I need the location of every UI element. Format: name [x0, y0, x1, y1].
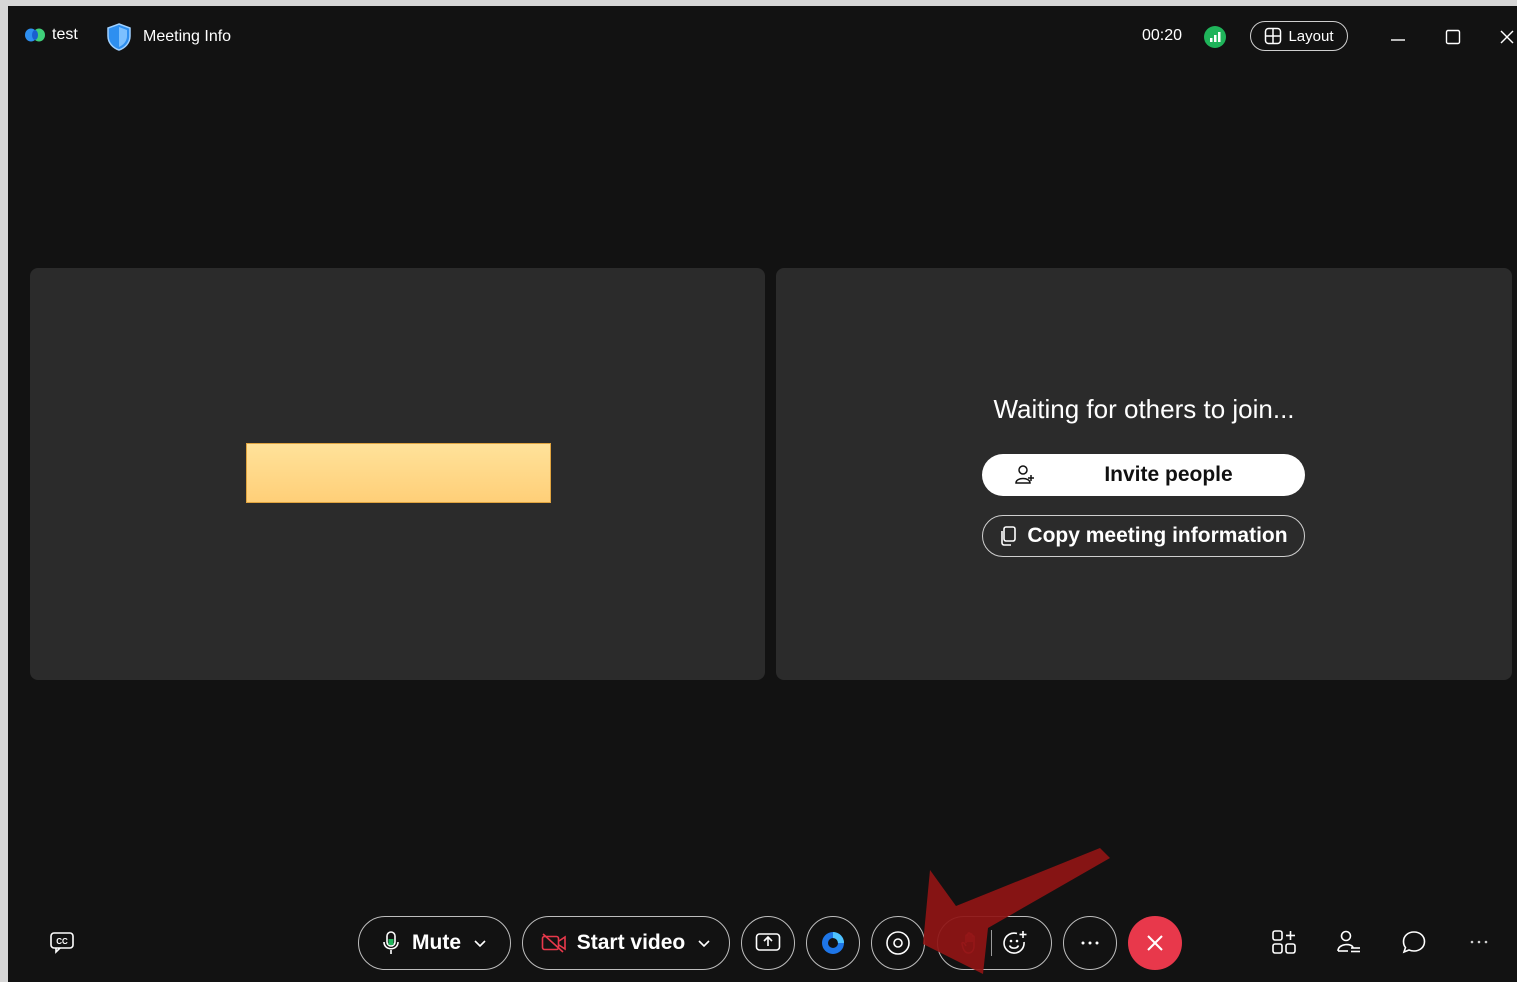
participants-icon: [1336, 929, 1362, 955]
closed-caption-button[interactable]: CC: [45, 925, 79, 959]
svg-text:CC: CC: [56, 937, 68, 946]
title-bar: test Meeting Info 00:20 Layout: [8, 6, 1517, 66]
more-icon: [1080, 940, 1100, 946]
maximize-icon: [1445, 29, 1461, 45]
reactions-button[interactable]: [937, 916, 1052, 970]
more-controls-button[interactable]: [1063, 916, 1117, 970]
close-icon: [1499, 29, 1515, 45]
start-video-button[interactable]: Start video: [522, 916, 730, 970]
invite-people-label: Invite people: [1104, 463, 1233, 486]
record-icon: [885, 930, 911, 956]
reactions-divider: [991, 930, 992, 956]
share-screen-icon: [755, 932, 781, 954]
redacted-name-block: [246, 443, 551, 503]
reaction-icon[interactable]: [1002, 930, 1028, 956]
apps-icon: [1271, 929, 1297, 955]
apps-circle-button[interactable]: [806, 916, 860, 970]
shield-icon: [107, 23, 131, 51]
minimize-icon: [1390, 29, 1406, 45]
app-name: test: [52, 26, 78, 43]
share-button[interactable]: [741, 916, 795, 970]
layout-label: Layout: [1288, 27, 1334, 45]
copy-meeting-info-button[interactable]: Copy meeting information: [982, 515, 1305, 557]
close-window-button[interactable]: [1493, 23, 1517, 51]
layout-grid-icon: [1264, 27, 1282, 45]
chat-button[interactable]: [1397, 925, 1431, 959]
chevron-down-icon[interactable]: [473, 938, 487, 948]
chat-icon: [1401, 929, 1427, 955]
mute-button[interactable]: Mute: [358, 916, 511, 970]
signal-icon[interactable]: [1204, 26, 1226, 48]
copy-icon: [999, 526, 1017, 546]
more-options-button[interactable]: [1462, 925, 1496, 959]
meeting-window: test Meeting Info 00:20 Layout Waiting f…: [8, 6, 1517, 982]
camera-off-icon: [541, 933, 567, 953]
layout-button[interactable]: Layout: [1250, 21, 1348, 51]
app-icon: [820, 930, 846, 956]
app-name-group[interactable]: test: [24, 26, 78, 44]
waiting-message: Waiting for others to join...: [993, 394, 1295, 424]
microphone-icon: [382, 931, 400, 955]
closed-caption-icon: CC: [49, 930, 75, 954]
mute-label: Mute: [412, 931, 461, 954]
minimize-button[interactable]: [1384, 23, 1412, 51]
end-call-icon: [1145, 933, 1165, 953]
invite-people-button[interactable]: Invite people: [982, 454, 1305, 496]
webex-logo-icon: [24, 27, 46, 43]
meeting-timer: 00:20: [1142, 27, 1183, 44]
record-button[interactable]: [871, 916, 925, 970]
apps-button[interactable]: [1267, 925, 1301, 959]
waiting-tile: Waiting for others to join... Invite peo…: [776, 268, 1512, 680]
participants-button[interactable]: [1332, 925, 1366, 959]
chevron-down-icon[interactable]: [697, 938, 711, 948]
meeting-info-button[interactable]: Meeting Info: [107, 23, 231, 51]
end-call-button[interactable]: [1128, 916, 1182, 970]
copy-meeting-info-label: Copy meeting information: [1027, 524, 1288, 547]
meeting-info-label: Meeting Info: [143, 28, 232, 45]
more-options-icon: [1469, 939, 1489, 945]
raise-hand-icon[interactable]: [961, 931, 981, 955]
start-video-label: Start video: [576, 931, 686, 954]
maximize-button[interactable]: [1439, 23, 1467, 51]
self-video-tile: [30, 268, 765, 680]
